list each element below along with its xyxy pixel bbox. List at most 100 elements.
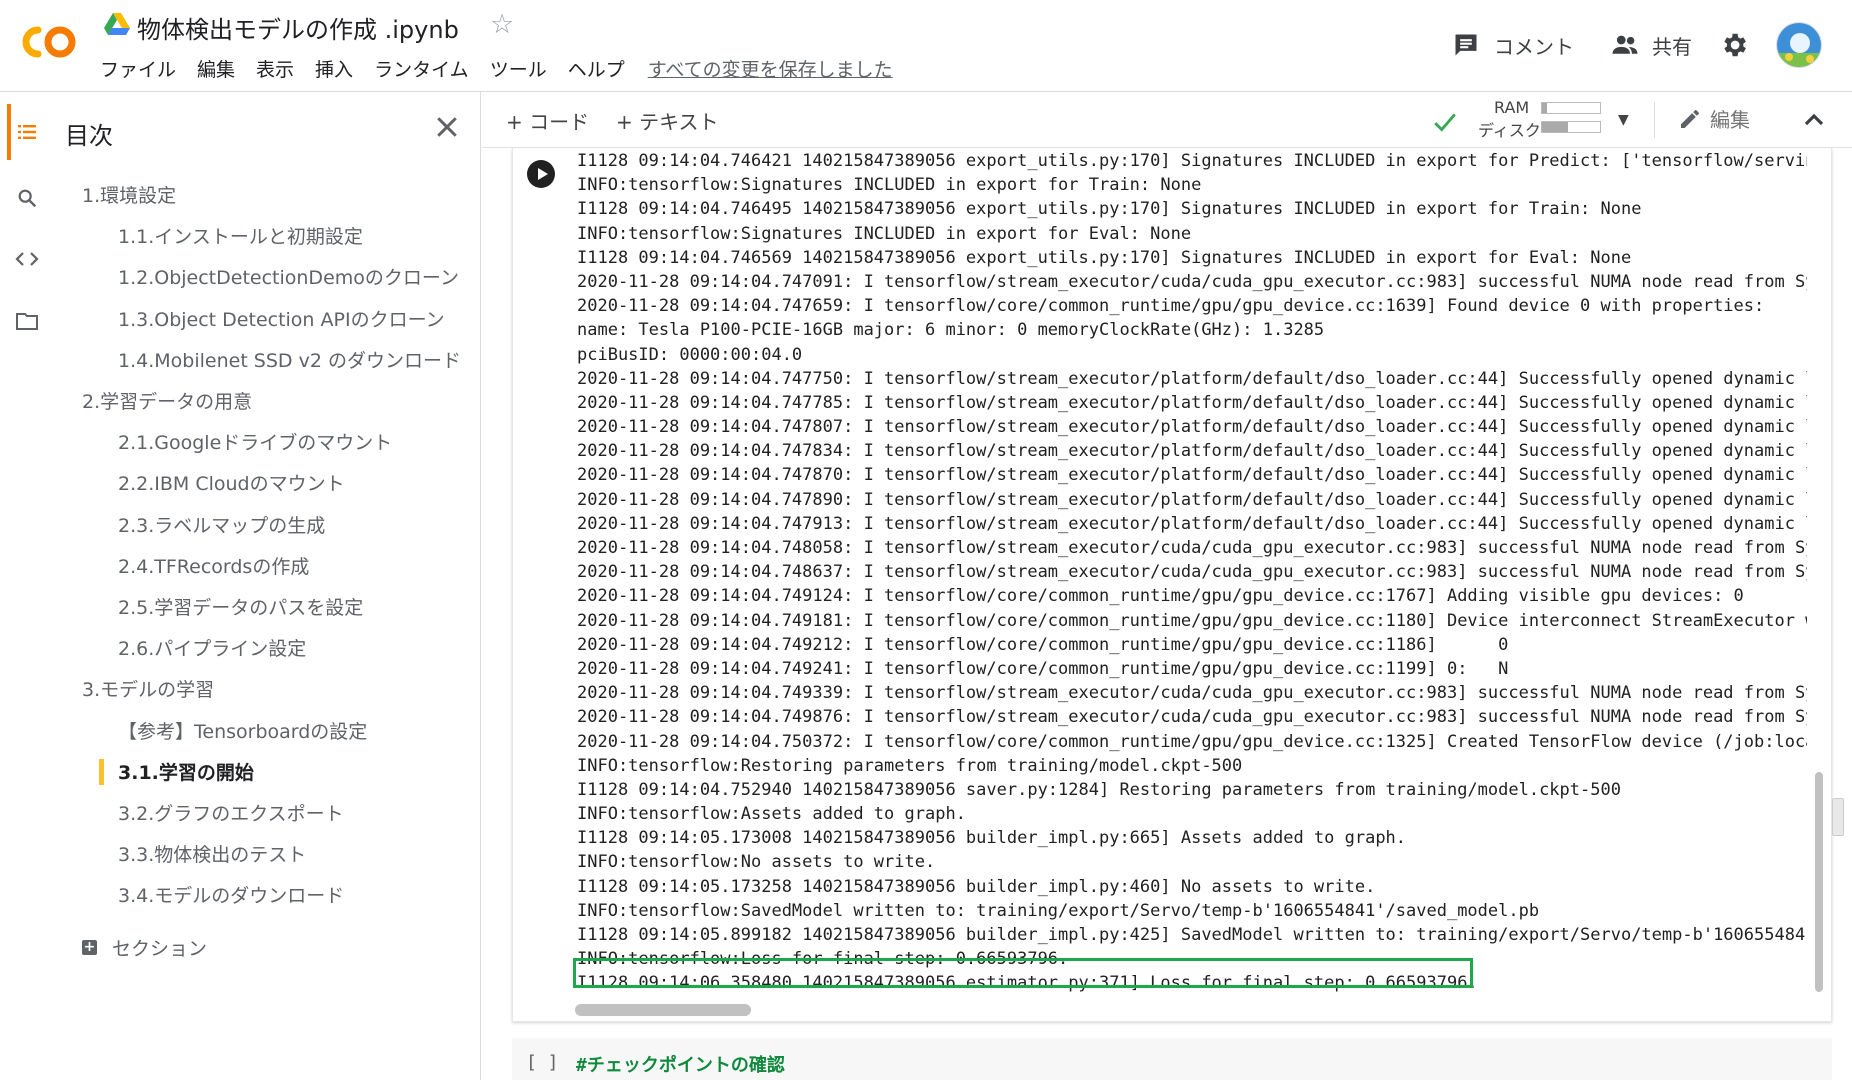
next-code-cell[interactable]: [ ] #チェックポイントの確認 [512, 1038, 1832, 1080]
toc-rail-button[interactable] [12, 117, 42, 147]
files-rail-button[interactable] [12, 306, 42, 336]
gear-icon[interactable] [1719, 30, 1749, 60]
share-button[interactable]: 共有 [1610, 28, 1692, 62]
loss-highlight-box [573, 958, 1473, 988]
menu-insert[interactable]: 挿入 [315, 55, 353, 82]
output-line: 2020-11-28 09:14:04.749212: I tensorflow… [577, 634, 1509, 655]
people-icon [1612, 35, 1638, 54]
output-line: 2020-11-28 09:14:04.747834: I tensorflow… [577, 441, 1807, 462]
app-header: 物体検出モデルの作成 .ipynb ☆ ファイル 編集 表示 挿入 ランタイム … [0, 0, 1852, 92]
toc-item[interactable]: 2.6.パイプライン設定 [54, 627, 481, 668]
toc-item[interactable]: 1.1.インストールと初期設定 [54, 215, 481, 256]
output-line: 2020-11-28 09:14:04.749339: I tensorflow… [577, 683, 1807, 704]
output-line: I1128 09:14:04.746421 140215847389056 ex… [577, 151, 1807, 171]
output-line: 2020-11-28 09:14:04.747785: I tensorflow… [577, 392, 1807, 413]
menu-file[interactable]: ファイル [100, 55, 176, 82]
output-vertical-scroll-thumb[interactable] [1815, 772, 1823, 992]
toc-item[interactable]: 2.1.Googleドライブのマウント [54, 421, 481, 462]
output-line: 2020-11-28 09:14:04.749876: I tensorflow… [577, 707, 1807, 728]
comment-label: コメント [1494, 34, 1574, 59]
output-line: I1128 09:14:05.173258 140215847389056 bu… [577, 876, 1376, 897]
code-snippets-rail-button[interactable] [12, 244, 42, 274]
notebook-toolbar: + コード + テキスト RAM ディスク ▼ 編集 [482, 92, 1852, 148]
output-line: name: Tesla P100-PCIE-16GB major: 6 mino… [577, 320, 1325, 341]
star-icon[interactable]: ☆ [490, 10, 514, 40]
toc-item[interactable]: 1.環境設定 [54, 174, 481, 215]
cell-output: I1128 09:14:04.746421 140215847389056 ex… [577, 148, 1807, 998]
toc-item[interactable]: 【参考】Tensorboardの設定 [54, 709, 481, 750]
output-line: 2020-11-28 09:14:04.747091: I tensorflow… [577, 271, 1807, 292]
output-line: 2020-11-28 09:14:04.749241: I tensorflow… [577, 658, 1509, 679]
share-label: 共有 [1652, 34, 1692, 59]
toc-item[interactable]: 3.モデルの学習 [54, 668, 481, 709]
code-cell[interactable]: I1128 09:14:04.746421 140215847389056 ex… [512, 148, 1832, 1022]
toc-item[interactable]: 3.2.グラフのエクスポート [54, 792, 481, 833]
add-section-button[interactable]: + セクション [82, 934, 207, 961]
toc-item[interactable]: 2.5.学習データのパスを設定 [54, 586, 481, 627]
notebook-body: I1128 09:14:04.746421 140215847389056 ex… [482, 148, 1852, 1080]
output-line: INFO:tensorflow:SavedModel written to: t… [577, 900, 1540, 921]
colab-logo[interactable] [18, 22, 80, 62]
output-line: INFO:tensorflow:No assets to write. [577, 852, 936, 873]
run-cell-button[interactable] [527, 160, 555, 188]
output-line: I1128 09:14:04.752940 140215847389056 sa… [577, 779, 1621, 800]
output-line: pciBusID: 0000:00:04.0 [577, 344, 803, 365]
ram-meter[interactable] [1541, 102, 1601, 114]
comment-icon [1455, 34, 1477, 56]
toc-item[interactable]: 2.学習データの用意 [54, 380, 481, 421]
close-icon[interactable] [432, 112, 462, 142]
output-horizontal-scroll-thumb[interactable] [575, 1004, 751, 1016]
menu-runtime[interactable]: ランタイム [374, 55, 469, 82]
search-rail-button[interactable] [12, 183, 42, 213]
output-line: INFO:tensorflow:Signatures INCLUDED in e… [577, 223, 1192, 244]
table-of-contents-panel: 目次 1.環境設定 1.1.インストールと初期設定 1.2.ObjectDete… [54, 92, 481, 1080]
output-line: 2020-11-28 09:14:04.749124: I tensorflow… [577, 586, 1744, 607]
comment-button[interactable]: コメント [1452, 28, 1574, 62]
output-line: I1128 09:14:04.746569 140215847389056 ex… [577, 247, 1632, 268]
plus-box-icon: + [82, 939, 97, 955]
cell-execution-bracket[interactable]: [ ] [526, 1052, 559, 1073]
output-line: 2020-11-28 09:14:04.747659: I tensorflow… [577, 296, 1765, 317]
menu-tools[interactable]: ツール [490, 55, 547, 82]
output-line: 2020-11-28 09:14:04.747913: I tensorflow… [577, 513, 1807, 534]
output-line: INFO:tensorflow:Signatures INCLUDED in e… [577, 175, 1202, 196]
toc-item[interactable]: 2.2.IBM Cloudのマウント [54, 462, 481, 503]
save-status-link[interactable]: すべての変更を保存しました [648, 55, 893, 82]
output-line: 2020-11-28 09:14:04.750372: I tensorflow… [577, 731, 1807, 752]
toc-item[interactable]: 1.4.Mobilenet SSD v2 のダウンロード [54, 339, 481, 380]
output-line: I1128 09:14:05.173008 140215847389056 bu… [577, 828, 1407, 849]
add-code-button[interactable]: + コード [506, 106, 589, 135]
disk-meter[interactable] [1541, 121, 1601, 133]
notebook-title[interactable]: 物体検出モデルの作成 .ipynb [137, 10, 459, 45]
add-section-label: セクション [112, 938, 208, 960]
toc-title: 目次 [65, 122, 113, 150]
avatar[interactable] [1776, 22, 1822, 68]
chevron-up-icon[interactable] [1798, 104, 1830, 136]
menu-edit[interactable]: 編集 [197, 55, 235, 82]
output-line: 2020-11-28 09:14:04.747870: I tensorflow… [577, 465, 1807, 486]
toc-item[interactable]: 2.4.TFRecordsの作成 [54, 545, 481, 586]
output-text: I1128 09:14:04.746421 140215847389056 ex… [577, 148, 1807, 996]
toc-item[interactable]: 2.3.ラベルマップの生成 [54, 504, 481, 545]
toc-item[interactable]: 1.3.Object Detection APIのクローン [54, 298, 481, 339]
list-icon [18, 125, 36, 139]
output-line: I1128 09:14:05.899182 140215847389056 bu… [577, 925, 1807, 945]
menu-help[interactable]: ヘルプ [568, 55, 625, 82]
menu-bar: ファイル 編集 表示 挿入 ランタイム ツール ヘルプ すべての変更を保存しまし… [100, 55, 893, 81]
page-scroll-thumb[interactable] [1832, 798, 1844, 836]
menu-view[interactable]: 表示 [256, 55, 294, 82]
disk-label: ディスク [1478, 121, 1541, 140]
toc-item-active[interactable]: 3.1.学習の開始 [54, 751, 481, 792]
drive-icon[interactable] [104, 13, 130, 35]
toolbar-divider [1654, 102, 1655, 138]
add-text-button[interactable]: + テキスト [616, 106, 719, 135]
resources-dropdown-icon[interactable]: ▼ [1618, 112, 1629, 128]
toc-item[interactable]: 1.2.ObjectDetectionDemoのクローン [54, 256, 481, 297]
output-line: 2020-11-28 09:14:04.748637: I tensorflow… [577, 562, 1807, 583]
toc-item[interactable]: 3.4.モデルのダウンロード [54, 874, 481, 915]
output-line: I1128 09:14:04.746495 140215847389056 ex… [577, 199, 1642, 220]
edit-button[interactable]: 編集 [1678, 104, 1750, 133]
cell-code-text[interactable]: #チェックポイントの確認 [576, 1051, 785, 1077]
toc-item[interactable]: 3.3.物体検出のテスト [54, 833, 481, 874]
left-rail [0, 92, 54, 1080]
